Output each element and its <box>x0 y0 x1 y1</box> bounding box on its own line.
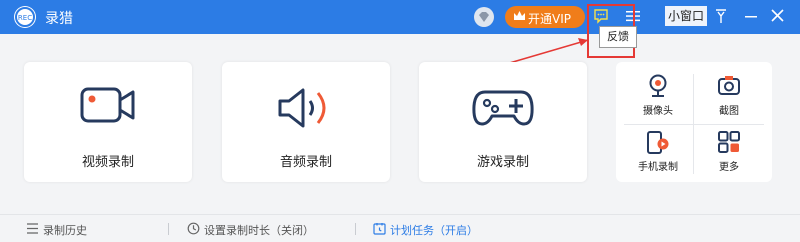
game-record-card[interactable]: 游戏录制 <box>419 62 587 182</box>
duration-setting-label: 设置录制时长（关闭） <box>204 224 314 237</box>
schedule-task-label: 计划任务（开启） <box>390 224 478 237</box>
clock-icon <box>187 222 200 235</box>
status-separator <box>355 223 356 235</box>
camera-label: 摄像头 <box>643 106 673 117</box>
grid-more-icon <box>718 131 740 153</box>
speaker-icon <box>278 88 326 128</box>
phone-record-label: 手机录制 <box>638 162 678 173</box>
video-camera-icon <box>80 87 135 123</box>
video-record-card[interactable]: 视频录制 <box>24 62 192 182</box>
gamepad-icon <box>472 90 534 126</box>
video-record-label: 视频录制 <box>81 155 134 170</box>
screenshot-tool[interactable]: 截图 <box>694 68 764 123</box>
tools-card: 摄像头 截图 手机录制 更多 <box>616 62 772 182</box>
feedback-tooltip: 反馈 <box>599 26 637 48</box>
audio-record-card[interactable]: 音频录制 <box>222 62 390 182</box>
status-bar: 录制历史 设置录制时长（关闭） 计划任务（开启） <box>0 214 800 242</box>
audio-record-label: 音频录制 <box>279 155 332 170</box>
screenshot-label: 截图 <box>719 106 739 117</box>
status-separator <box>168 223 169 235</box>
more-tool[interactable]: 更多 <box>694 124 764 179</box>
phone-record-tool[interactable]: 手机录制 <box>623 124 693 179</box>
more-label: 更多 <box>719 162 739 173</box>
calendar-clock-icon <box>373 223 386 235</box>
list-icon <box>27 223 38 234</box>
camera-tool[interactable]: 摄像头 <box>623 68 693 123</box>
game-record-label: 游戏录制 <box>476 155 529 170</box>
webcam-icon <box>649 74 667 97</box>
tools-divider-horizontal <box>624 124 764 125</box>
phone-record-icon <box>647 131 669 154</box>
photo-camera-icon <box>718 76 740 95</box>
history-label: 录制历史 <box>43 224 87 237</box>
